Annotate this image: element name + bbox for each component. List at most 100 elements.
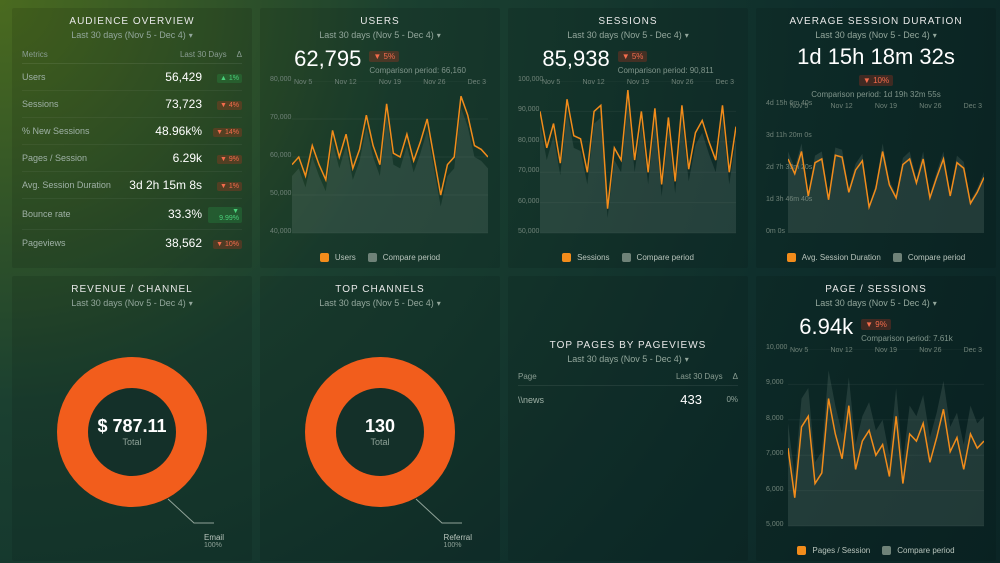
metric-label: Sessions: [22, 99, 165, 109]
delta-badge: ▼ 9%: [861, 319, 891, 330]
comparison-text: Comparison period: 90,811: [618, 66, 714, 75]
chevron-down-icon: ▾: [189, 31, 193, 40]
table-header: Metrics Last 30 Days Δ: [22, 50, 242, 64]
chevron-down-icon: ▾: [685, 31, 689, 40]
delta-badge: ▼ 10%: [213, 240, 242, 249]
table-row: Pageviews 38,562 ▼ 10%: [22, 230, 242, 256]
delta-badge: ▼ 5%: [369, 51, 399, 62]
sessions-value: 85,938: [542, 46, 609, 72]
panel-revenue-channel: REVENUE / CHANNEL Last 30 days (Nov 5 - …: [12, 276, 252, 561]
legend-series-toggle[interactable]: Users: [320, 253, 356, 262]
donut-total-label: Total: [97, 437, 166, 447]
date-range-selector[interactable]: Last 30 days (Nov 5 - Dec 4)▾: [270, 30, 490, 40]
table-row: Users 56,429 ▲ 1%: [22, 64, 242, 91]
date-range-selector[interactable]: Last 30 days (Nov 5 - Dec 4)▾: [766, 298, 986, 308]
delta-badge: ▼ 1%: [217, 182, 242, 191]
comparison-text: Comparison period: 7.61k: [861, 334, 953, 343]
donut-segment-label: Email100%: [204, 533, 224, 549]
sessions-chart: 50,00060,00070,00080,00090,000100,000Nov…: [518, 79, 738, 249]
chevron-down-icon: ▾: [933, 299, 937, 308]
pagesess-value: 6.94k: [799, 314, 853, 340]
legend-series-toggle[interactable]: Pages / Session: [797, 546, 870, 555]
delta-badge: ▼ 9%: [217, 155, 242, 164]
legend-compare-toggle[interactable]: Compare period: [893, 253, 965, 262]
panel-title: SESSIONS: [518, 16, 738, 27]
leader-line: [164, 497, 214, 531]
chevron-down-icon: ▾: [685, 355, 689, 364]
date-range-selector[interactable]: Last 30 days (Nov 5 - Dec 4)▾: [518, 30, 738, 40]
metric-value: 48.96k%: [155, 124, 202, 138]
pagesess-chart: 5,0006,0007,0008,0009,00010,000Nov 5Nov …: [766, 347, 986, 542]
panel-users: USERS Last 30 days (Nov 5 - Dec 4)▾ 62,7…: [260, 8, 500, 268]
metric-label: Users: [22, 72, 165, 82]
legend-compare-toggle[interactable]: Compare period: [622, 253, 694, 262]
date-range-selector[interactable]: Last 30 days (Nov 5 - Dec 4)▾: [518, 354, 738, 364]
leader-line: [412, 497, 462, 531]
legend-series-toggle[interactable]: Avg. Session Duration: [787, 253, 881, 262]
panel-title: PAGE / SESSIONS: [766, 284, 986, 295]
chevron-down-icon: ▾: [437, 299, 441, 308]
metric-value: 3d 2h 15m 8s: [129, 178, 202, 192]
panel-title: REVENUE / CHANNEL: [22, 284, 242, 295]
date-range-selector[interactable]: Last 30 days (Nov 5 - Dec 4)▾: [766, 30, 986, 40]
panel-top-channels: TOP CHANNELS Last 30 days (Nov 5 - Dec 4…: [260, 276, 500, 561]
metric-value: 56,429: [165, 70, 202, 84]
chevron-down-icon: ▾: [189, 299, 193, 308]
legend-series-toggle[interactable]: Sessions: [562, 253, 609, 262]
panel-title: AVERAGE SESSION DURATION: [766, 16, 986, 27]
users-value: 62,795: [294, 46, 361, 72]
metric-value: 6.29k: [173, 151, 202, 165]
table-row: \\news 433 0%: [518, 386, 738, 413]
chevron-down-icon: ▾: [437, 31, 441, 40]
table-row: % New Sessions 48.96k% ▼ 14%: [22, 118, 242, 145]
page-delta: 0%: [710, 395, 738, 404]
date-range-selector[interactable]: Last 30 days (Nov 5 - Dec 4)▾: [22, 298, 242, 308]
date-range-selector[interactable]: Last 30 days (Nov 5 - Dec 4)▾: [22, 30, 242, 40]
comparison-text: Comparison period: 66,160: [369, 66, 466, 75]
legend-compare-toggle[interactable]: Compare period: [882, 546, 954, 555]
panel-audience-overview: AUDIENCE OVERVIEW Last 30 days (Nov 5 - …: [12, 8, 252, 268]
delta-badge: ▼ 10%: [859, 75, 893, 86]
metric-label: Avg. Session Duration: [22, 180, 129, 190]
table-row: Sessions 73,723 ▼ 4%: [22, 91, 242, 118]
metric-label: Bounce rate: [22, 209, 168, 219]
panel-top-pages: TOP PAGES BY PAGEVIEWS Last 30 days (Nov…: [508, 276, 748, 561]
panel-title: TOP CHANNELS: [270, 284, 490, 295]
panel-avg-session-duration: AVERAGE SESSION DURATION Last 30 days (N…: [756, 8, 996, 268]
metric-value: 38,562: [165, 236, 202, 250]
metric-value: 33.3%: [168, 207, 202, 221]
table-header: Page Last 30 Days Δ: [518, 372, 738, 386]
donut-value: 130: [365, 416, 395, 437]
metric-label: Pageviews: [22, 238, 165, 248]
page-value: 433: [680, 392, 702, 407]
page-path: \\news: [518, 395, 544, 405]
delta-badge: ▼ 14%: [213, 128, 242, 137]
donut-chart: $ 787.11 Total: [57, 357, 207, 507]
panel-title: AUDIENCE OVERVIEW: [22, 16, 242, 27]
delta-badge: ▼ 9.99%: [208, 207, 242, 223]
legend-compare-toggle[interactable]: Compare period: [368, 253, 440, 262]
metric-label: % New Sessions: [22, 126, 155, 136]
date-range-selector[interactable]: Last 30 days (Nov 5 - Dec 4)▾: [270, 298, 490, 308]
table-row: Avg. Session Duration 3d 2h 15m 8s ▼ 1%: [22, 172, 242, 199]
metric-label: Pages / Session: [22, 153, 173, 163]
comparison-text: Comparison period: 1d 19h 32m 55s: [766, 90, 986, 99]
delta-badge: ▼ 4%: [217, 101, 242, 110]
donut-value: $ 787.11: [97, 416, 166, 437]
delta-badge: ▲ 1%: [217, 74, 242, 83]
donut-total-label: Total: [365, 437, 395, 447]
users-chart: 40,00050,00060,00070,00080,000Nov 5Nov 1…: [270, 79, 490, 249]
panel-sessions: SESSIONS Last 30 days (Nov 5 - Dec 4)▾ 8…: [508, 8, 748, 268]
table-row: Pages / Session 6.29k ▼ 9%: [22, 145, 242, 172]
donut-chart: 130 Total: [305, 357, 455, 507]
duration-chart: 0m 0s1d 3h 46m 40s2d 7h 33m 20s3d 11h 20…: [766, 103, 986, 249]
chevron-down-icon: ▾: [933, 31, 937, 40]
avg-duration-value: 1d 15h 18m 32s: [766, 44, 986, 70]
donut-segment-label: Referral100%: [444, 533, 472, 549]
delta-badge: ▼ 5%: [618, 51, 648, 62]
panel-page-sessions: PAGE / SESSIONS Last 30 days (Nov 5 - De…: [756, 276, 996, 561]
panel-title: TOP PAGES BY PAGEVIEWS: [518, 340, 738, 351]
table-row: Bounce rate 33.3% ▼ 9.99%: [22, 199, 242, 230]
metric-value: 73,723: [165, 97, 202, 111]
panel-title: USERS: [270, 16, 490, 27]
